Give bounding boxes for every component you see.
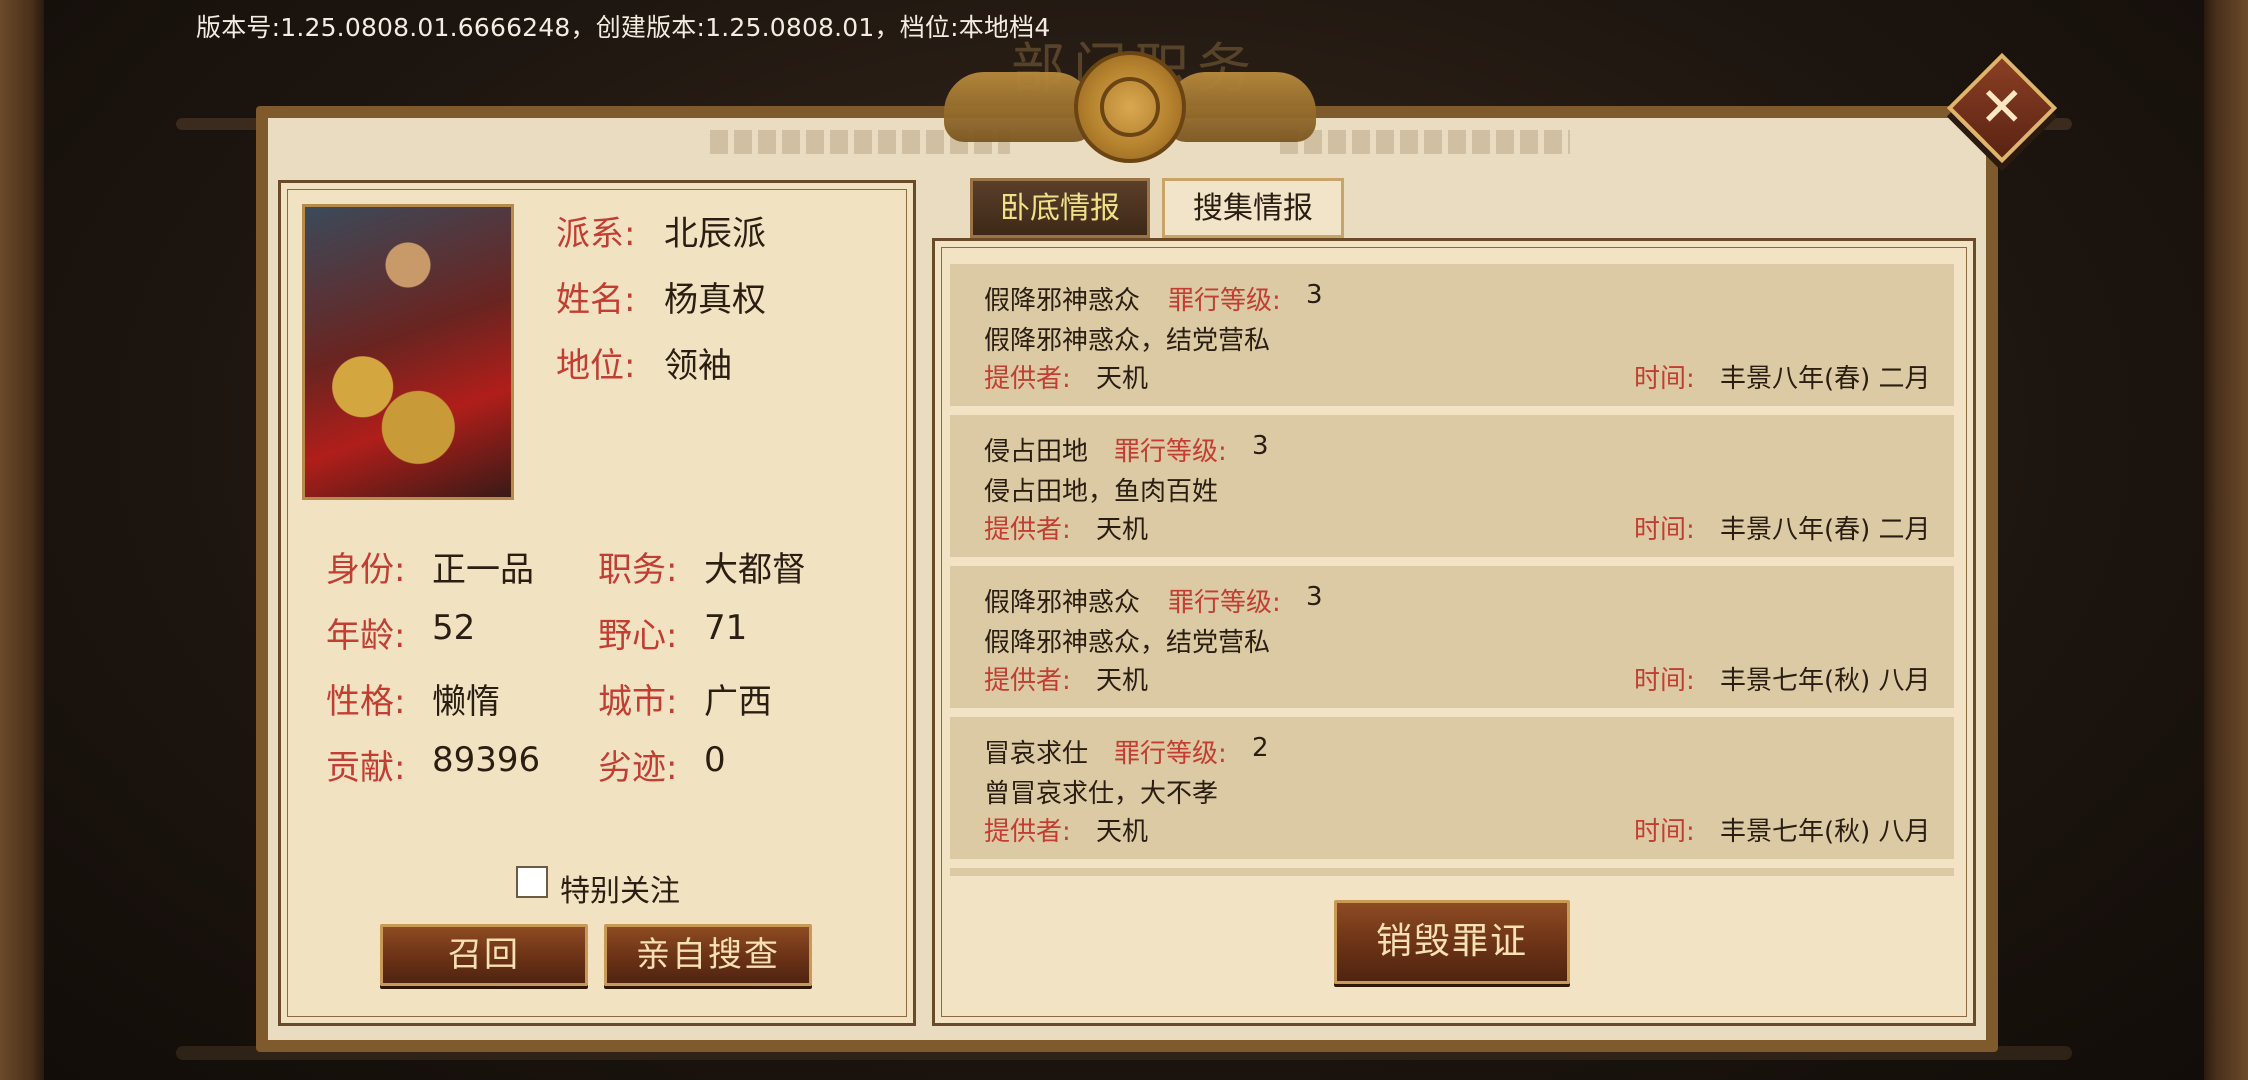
- age-label: 年龄:: [326, 616, 406, 656]
- misdeeds-value: 0: [704, 740, 726, 780]
- intel-title: 冒哀求仕: [984, 739, 1089, 769]
- close-button[interactable]: ✕: [1946, 52, 2058, 164]
- crime-level-value: 3: [1252, 431, 1269, 461]
- intel-entry[interactable]: 假降邪神惑众 罪行等级: 3 假降邪神惑众，结党营私 提供者: 天机 时间: 丰…: [950, 566, 1954, 708]
- personality-label: 性格:: [326, 682, 406, 722]
- time-value: 丰景八年(春) 二月: [1720, 364, 1931, 394]
- intel-description: 侵占田地，鱼肉百姓: [984, 477, 1219, 507]
- status-label: 地位:: [556, 346, 636, 386]
- provider-label: 提供者:: [984, 666, 1071, 696]
- time-value: 丰景七年(秋) 八月: [1720, 666, 1931, 696]
- time-label: 时间:: [1634, 364, 1695, 394]
- provider-label: 提供者:: [984, 515, 1071, 545]
- post-value: 大都督: [704, 550, 806, 590]
- header-crest: [920, 51, 1340, 163]
- time-label: 时间:: [1634, 666, 1695, 696]
- provider-value: 天机: [1096, 515, 1149, 545]
- intel-title: 侵占田地: [984, 437, 1089, 467]
- city-value: 广西: [704, 682, 772, 722]
- city-label: 城市:: [598, 682, 678, 722]
- special-watch-checkbox[interactable]: [516, 866, 548, 898]
- rank-label: 身份:: [326, 550, 406, 590]
- crime-level-label: 罪行等级:: [1168, 588, 1281, 618]
- personality-value: 懒惰: [432, 682, 500, 722]
- character-portrait: [302, 204, 514, 500]
- provider-value: 天机: [1096, 364, 1149, 394]
- faction-label: 派系:: [556, 214, 636, 254]
- tab-undercover-intel[interactable]: 卧底情报: [970, 178, 1150, 238]
- destroy-evidence-button[interactable]: 销毁罪证: [1334, 900, 1570, 984]
- contribution-value: 89396: [432, 740, 541, 780]
- crime-level-value: 3: [1306, 582, 1323, 612]
- status-value: 领袖: [664, 346, 732, 386]
- time-value: 丰景八年(春) 二月: [1720, 515, 1931, 545]
- crime-level-label: 罪行等级:: [1114, 437, 1227, 467]
- tab-gather-intel[interactable]: 搜集情报: [1162, 178, 1344, 238]
- left-wood-pillar: [0, 0, 44, 1080]
- crime-level-value: 3: [1306, 280, 1323, 310]
- intel-description: 假降邪神惑众，结党营私: [984, 326, 1271, 356]
- crest-wing-left: [944, 72, 1094, 142]
- provider-label: 提供者:: [984, 364, 1071, 394]
- intel-entry[interactable]: 假降邪神惑众 罪行等级: 3 假降邪神惑众，结党营私 提供者: 天机 时间: 丰…: [950, 264, 1954, 406]
- ambition-value: 71: [704, 608, 748, 648]
- contribution-label: 贡献:: [326, 748, 406, 788]
- rank-value: 正一品: [432, 550, 534, 590]
- crest-wing-right: [1166, 72, 1316, 142]
- ambition-label: 野心:: [598, 616, 678, 656]
- provider-value: 天机: [1096, 817, 1149, 847]
- time-value: 丰景七年(秋) 八月: [1720, 817, 1931, 847]
- name-value: 杨真权: [664, 280, 766, 320]
- special-watch-label: 特别关注: [560, 874, 680, 909]
- age-value: 52: [432, 608, 476, 648]
- misdeeds-label: 劣迹:: [598, 748, 678, 788]
- provider-label: 提供者:: [984, 817, 1071, 847]
- intel-entry[interactable]: 侵占田地 罪行等级: 3 侵占田地，鱼肉百姓 提供者: 天机 时间: 丰景八年(…: [950, 415, 1954, 557]
- recall-button[interactable]: 召回: [380, 924, 588, 986]
- crime-level-value: 2: [1252, 733, 1269, 763]
- intel-entry[interactable]: 冒哀求仕 罪行等级: 2 曾冒哀求仕，大不孝 提供者: 天机 时间: 丰景七年(…: [950, 717, 1954, 859]
- investigate-button[interactable]: 亲自搜查: [604, 924, 812, 986]
- name-label: 姓名:: [556, 280, 636, 320]
- post-label: 职务:: [598, 550, 678, 590]
- close-icon: ✕: [1946, 52, 2058, 164]
- intel-entry-partial: [950, 868, 1954, 876]
- crime-level-label: 罪行等级:: [1168, 286, 1281, 316]
- intel-description: 曾冒哀求仕，大不孝: [984, 779, 1219, 809]
- faction-value: 北辰派: [664, 214, 766, 254]
- intel-description: 假降邪神惑众，结党营私: [984, 628, 1271, 658]
- intel-title: 假降邪神惑众: [984, 588, 1141, 618]
- intel-title: 假降邪神惑众: [984, 286, 1141, 316]
- right-wood-pillar: [2204, 0, 2248, 1080]
- crime-level-label: 罪行等级:: [1114, 739, 1227, 769]
- crest-medallion-icon: [1074, 51, 1186, 163]
- time-label: 时间:: [1634, 817, 1695, 847]
- time-label: 时间:: [1634, 515, 1695, 545]
- provider-value: 天机: [1096, 666, 1149, 696]
